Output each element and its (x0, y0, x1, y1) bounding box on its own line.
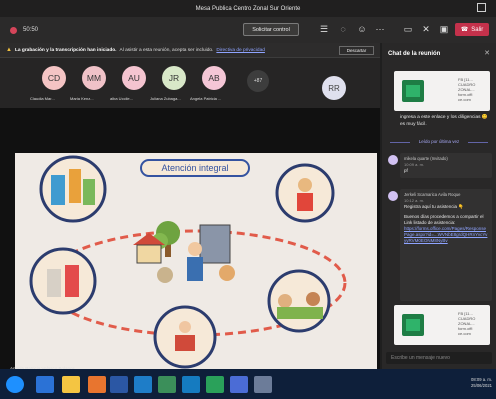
attendance-link[interactable]: https://forms.office.com/Pages/ResponseP… (404, 226, 488, 245)
more-options-icon[interactable]: ⋯ (374, 23, 386, 35)
outlook-icon[interactable] (134, 376, 152, 393)
participant-tile[interactable]: CD Claudia Mar... (30, 62, 74, 106)
app-icon[interactable] (254, 376, 272, 393)
shared-content: Atención integral (15, 153, 377, 369)
vignette-top-right (275, 163, 335, 223)
child-icon (219, 265, 235, 281)
seated-person-icon (157, 267, 173, 283)
chat-message-bubble: Jerkeli Scamarica Avila Roque 10:12 a. m… (400, 189, 492, 301)
banner-bold-text: La grabación y la transcripción han inic… (14, 47, 117, 53)
vignette-top-left (39, 155, 107, 223)
close-chat-icon[interactable]: ✕ (484, 49, 490, 57)
mic-off-icon[interactable]: ✕ (420, 23, 432, 35)
message-text: Registra aquí tu asistencia 👇 (404, 204, 464, 210)
vignette-bottom-right (267, 269, 331, 333)
excel-icon[interactable] (158, 376, 176, 393)
avatar: AU (122, 66, 146, 90)
reactions-icon[interactable]: ☺ (356, 23, 368, 35)
chat-icon[interactable]: ◌ (337, 23, 349, 35)
system-tray[interactable]: 08:09 a. m. 25/06/2021 (471, 377, 496, 389)
chat-compose-input[interactable]: Escribe un mensaje nuevo (386, 352, 492, 364)
request-control-button[interactable]: Solicitar control (243, 23, 299, 36)
avatar (388, 155, 398, 165)
window-title: Mesa Publica Centro Zonal Sur Oriente (195, 5, 301, 12)
dismiss-banner-button[interactable]: Descartar (339, 46, 374, 55)
chat-message: ingresa a este enlace y los diligencias … (400, 115, 488, 127)
meeting-toolbar: 50:50 Solicitar control ☰ ◌ ☺ ⋯ ▭ ✕ ▣ ☎ … (0, 17, 496, 43)
participant-tile[interactable]: AU alba Uccile... (110, 62, 154, 106)
message-text: pf (404, 168, 408, 174)
file-meta: FB [11... CUADRO ZONAL... form.offi ce.c… (458, 77, 475, 102)
windows-taskbar: 08:09 a. m. 25/06/2021 (0, 369, 496, 399)
avatar: CD (42, 66, 66, 90)
edge-icon[interactable] (36, 376, 54, 393)
chat-message-bubble: mikela quarte (Invitado) 10:09 a. m. pf (400, 153, 492, 178)
participant-tile[interactable]: JR Juliana Zubaga... (150, 62, 194, 106)
clock-date: 25/06/2021 (471, 383, 492, 388)
building-icon (199, 224, 231, 264)
avatar (388, 191, 398, 201)
participant-name: Angela Patricia ... (190, 96, 222, 101)
message-text: Buenos días procedemos a compartir el Li… (404, 213, 484, 225)
word-icon[interactable] (110, 376, 128, 393)
camera-off-icon[interactable]: ▭ (402, 23, 414, 35)
file-explorer-icon[interactable] (62, 376, 80, 393)
meeting-stage: Atención integral (0, 108, 380, 369)
phone-icon: ☎ (460, 27, 469, 33)
privacy-link[interactable]: Directiva de privacidad (216, 48, 265, 53)
participant-tile[interactable]: MM Maria Kenz... (70, 62, 114, 106)
restore-window-icon[interactable] (477, 3, 486, 12)
share-screen-icon[interactable]: ▣ (438, 23, 450, 35)
presenter-avatar[interactable]: RR (322, 76, 346, 100)
file-line: ce.com (458, 331, 471, 336)
vignette-middle-left (29, 247, 97, 315)
warning-icon: ▲ (6, 47, 12, 53)
powerpoint-icon (402, 314, 424, 336)
shared-illustration (29, 155, 347, 369)
file-line: ce.com (458, 97, 471, 102)
avatar: MM (82, 66, 106, 90)
file-meta: FB [11... CUADRO ZONAL... form.offi ce.c… (458, 311, 475, 336)
avatar: JR (162, 66, 186, 90)
photos-icon[interactable] (182, 376, 200, 393)
central-figure-icon (188, 242, 202, 256)
window-titlebar: Mesa Publica Centro Zonal Sur Oriente (0, 0, 496, 17)
meeting-timer: 50:50 (23, 27, 39, 33)
shared-title: Atención integral (140, 159, 250, 177)
start-button-icon[interactable] (6, 376, 24, 393)
chat-panel: Chat de la reunión ✕ FB [11... CUADRO ZO… (382, 43, 496, 376)
recording-banner: ▲ La grabación y la transcripción han in… (0, 43, 380, 58)
leave-label: Salir (471, 26, 484, 33)
recording-icon (10, 26, 17, 34)
file-card[interactable]: FB [11... CUADRO ZONAL... form.offi ce.c… (394, 305, 490, 345)
vignette-bottom-center (153, 305, 217, 369)
meeting-timer-area: 50:50 (10, 17, 38, 43)
banner-text: Al asistir a esta reunión, acepta ser in… (119, 47, 214, 53)
more-participants-button[interactable]: +87 (247, 70, 269, 92)
avatar: AB (202, 66, 226, 90)
teams-icon[interactable] (230, 376, 248, 393)
chat-title: Chat de la reunión (388, 51, 441, 57)
file-card[interactable]: FB [11... CUADRO ZONAL... form.offi ce.c… (394, 71, 490, 111)
maps-icon[interactable] (206, 376, 224, 393)
divider (468, 142, 488, 143)
participant-tile[interactable]: AB Angela Patricia ... (190, 62, 234, 106)
powerpoint-icon (402, 80, 424, 102)
participants-icon[interactable]: ☰ (318, 23, 330, 35)
media-player-icon[interactable] (88, 376, 106, 393)
leave-button[interactable]: ☎ Salir (455, 23, 489, 36)
